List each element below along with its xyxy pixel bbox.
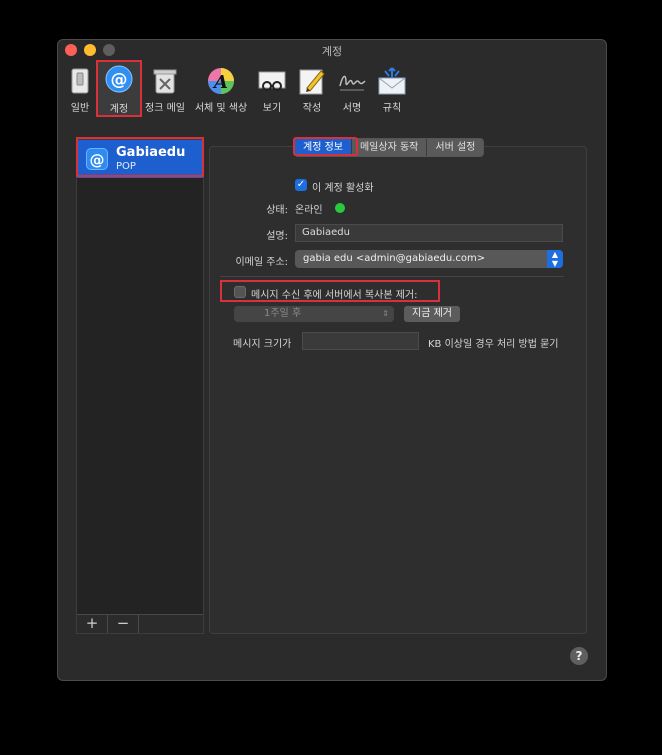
toolbar-signatures[interactable]: 서명	[334, 64, 370, 116]
glasses-icon	[258, 71, 286, 91]
toolbar-compose[interactable]: 작성	[294, 64, 330, 116]
accounts-list-footer: + −	[77, 614, 203, 633]
chevron-updown-icon: ⇕	[382, 309, 389, 318]
preferences-window: 계정 일반 @ 계정 정크 메일 A 서체 및 색상 보기 작성 서명 규칙 @…	[57, 39, 607, 681]
toolbar-junk[interactable]: 정크 메일	[142, 64, 188, 116]
enable-account-label: 이 계정 활성화	[312, 183, 374, 194]
divider	[220, 276, 564, 277]
online-status-icon	[335, 203, 345, 213]
remove-after-value: 1주일 후	[264, 308, 302, 319]
titlebar: 계정	[58, 40, 606, 60]
highlight-outline	[293, 137, 358, 156]
message-size-field[interactable]	[302, 332, 419, 350]
toolbar-label: 작성	[302, 103, 322, 114]
toolbar-label: 계정	[109, 104, 129, 115]
description-label: 설명:	[266, 231, 288, 242]
highlight-outline	[220, 280, 440, 302]
window-title: 계정	[321, 45, 343, 58]
toolbar-accounts[interactable]: @ 계정	[96, 60, 142, 117]
remove-after-popup[interactable]: 1주일 후 ⇕	[234, 306, 394, 322]
size-suffix-label: KB 이상일 경우 처리 방법 묻기	[428, 339, 559, 350]
status-label: 상태:	[266, 205, 288, 216]
envelope-rules-icon	[378, 67, 406, 95]
toolbar-label: 일반	[70, 103, 90, 114]
svg-text:@: @	[111, 70, 128, 90]
status-value: 온라인	[295, 205, 323, 216]
toolbar-label: 서체 및 색상	[194, 103, 248, 114]
highlight-outline	[76, 137, 204, 177]
remove-now-button[interactable]: 지금 제거	[404, 306, 460, 322]
email-label: 이메일 주소:	[235, 257, 288, 268]
toolbar-label: 정크 메일	[145, 103, 185, 114]
toolbar-fonts[interactable]: A 서체 및 색상	[192, 64, 250, 116]
general-switch-icon	[71, 68, 89, 94]
toolbar-label: 규칙	[382, 103, 402, 114]
junk-trash-icon	[153, 69, 177, 94]
toolbar-label: 보기	[262, 103, 282, 114]
pencil-icon	[299, 69, 325, 95]
tab-mailbox-behaviors[interactable]: 메일상자 동작	[350, 139, 427, 156]
email-address-value: gabia edu <admin@gabiaedu.com>	[303, 253, 486, 264]
toolbar-view[interactable]: 보기	[254, 64, 290, 116]
toolbar-rules[interactable]: 규칙	[374, 64, 410, 116]
chevron-updown-icon: ▲ ▼	[547, 250, 563, 268]
size-label: 메시지 크기가	[233, 339, 292, 350]
email-address-popup[interactable]: gabia edu <admin@gabiaedu.com> ▲ ▼	[295, 250, 563, 268]
settings-panel	[209, 146, 587, 634]
signature-icon	[339, 75, 366, 91]
toolbar-general[interactable]: 일반	[60, 64, 100, 116]
at-sign-icon: @	[105, 65, 133, 93]
font-color-wheel-icon: A	[208, 68, 234, 94]
add-account-button[interactable]: +	[77, 615, 108, 633]
tab-server-settings[interactable]: 서버 설정	[426, 139, 484, 156]
toolbar-label: 서명	[342, 103, 362, 114]
accounts-list: @ Gabiaedu POP + −	[76, 139, 204, 634]
description-field[interactable]: Gabiaedu	[295, 224, 563, 242]
svg-text:A: A	[212, 72, 228, 93]
help-button[interactable]: ?	[570, 647, 588, 665]
remove-account-button[interactable]: −	[108, 615, 139, 633]
enable-account-checkbox[interactable]: ✓	[295, 179, 307, 191]
